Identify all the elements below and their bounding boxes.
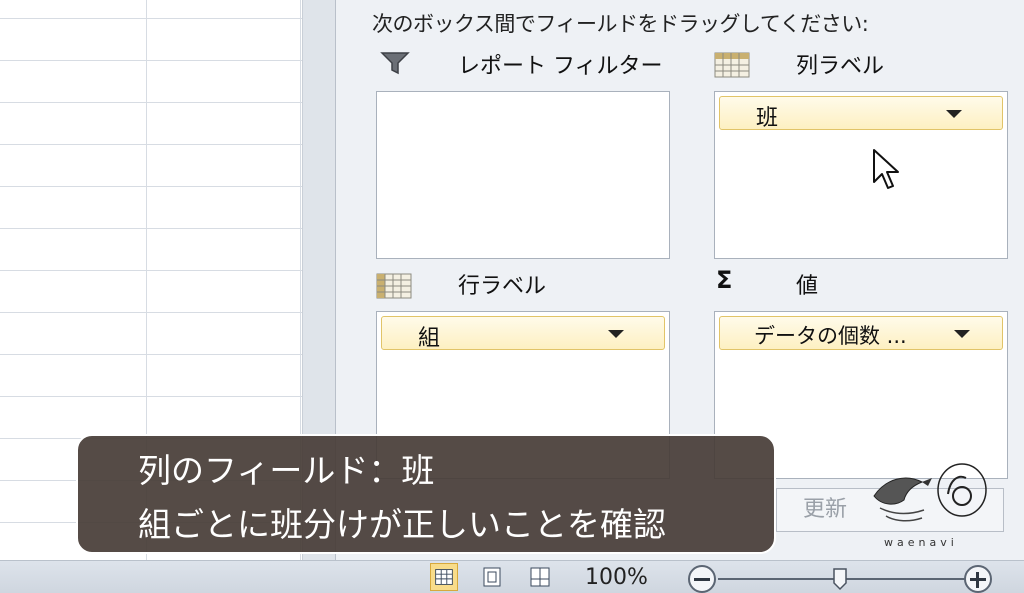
values-field-label: データの個数 ... <box>754 324 907 348</box>
grid-row-line <box>0 396 302 397</box>
report-filter-box[interactable] <box>376 91 670 259</box>
column-labels-icon <box>714 52 750 78</box>
page-break-view-icon[interactable] <box>526 563 554 591</box>
zoom-slider[interactable] <box>682 563 1012 593</box>
dropdown-arrow-icon[interactable] <box>946 110 962 118</box>
column-field-chip[interactable]: 班 <box>719 96 1003 131</box>
grid-row-line <box>0 270 302 271</box>
grid-row-line <box>0 60 302 61</box>
grid-row-line <box>0 186 302 187</box>
grid-row-line <box>0 102 302 103</box>
sigma-icon: Σ <box>716 266 733 294</box>
row-labels-icon <box>376 273 412 299</box>
zoom-level[interactable]: 100% <box>585 565 648 590</box>
caption-line-1: 列のフィールド：班 <box>138 451 435 490</box>
values-field-chip[interactable]: データの個数 ... <box>719 316 1003 350</box>
column-labels-label: 列ラベル <box>796 54 885 79</box>
page-layout-view-icon[interactable] <box>478 563 506 591</box>
filter-icon <box>380 52 410 75</box>
grid-row-line <box>0 312 302 313</box>
grid-row-line <box>0 228 302 229</box>
row-labels-label: 行ラベル <box>458 274 547 299</box>
watermark-text: waenavi <box>884 536 958 549</box>
report-filter-label: レポート フィルター <box>458 54 663 79</box>
dropdown-arrow-icon[interactable] <box>608 330 624 338</box>
drag-instruction: 次のボックス間でフィールドをドラッグしてください: <box>372 12 869 36</box>
column-field-label: 班 <box>756 106 779 131</box>
grid-row-line <box>0 354 302 355</box>
grid-row-line <box>0 18 302 19</box>
mouse-cursor-icon <box>873 149 899 189</box>
row-field-chip[interactable]: 組 <box>381 316 665 351</box>
caption-line-2: 組ごとに班分けが正しいことを確認 <box>138 505 666 544</box>
column-labels-box[interactable]: 班 <box>714 91 1008 259</box>
row-field-label: 組 <box>418 326 441 351</box>
values-label: 値 <box>796 274 819 299</box>
watermark-logo <box>873 463 987 522</box>
normal-view-icon[interactable] <box>430 563 458 591</box>
caption-overlay: 列のフィールド：班 組ごとに班分けが正しいことを確認 <box>76 434 776 554</box>
dropdown-arrow-icon[interactable] <box>954 330 970 338</box>
grid-row-line <box>0 144 302 145</box>
